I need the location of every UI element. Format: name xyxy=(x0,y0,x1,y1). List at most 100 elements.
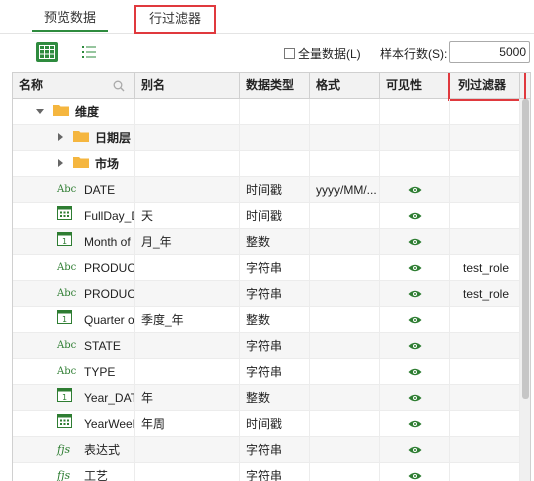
scrollbar-thumb[interactable] xyxy=(522,99,529,399)
checkbox-box[interactable] xyxy=(284,48,295,59)
table-row[interactable]: Abc STATE 字符串 xyxy=(13,333,520,359)
field-name: 市场 xyxy=(95,157,120,171)
type-cell: 字符串 xyxy=(240,359,310,385)
list-view-button[interactable] xyxy=(78,42,100,62)
filter-cell xyxy=(450,203,520,229)
expand-arrow-right-icon[interactable] xyxy=(55,125,65,151)
field-name: FullDay_D xyxy=(84,209,134,223)
tab-preview-data[interactable]: 预览数据 xyxy=(32,6,108,32)
name-cell: 维度 xyxy=(13,99,135,125)
name-cell: fjs 工艺 xyxy=(13,463,135,481)
type-cell: 时间戳 xyxy=(240,411,310,437)
format-cell xyxy=(310,99,380,125)
table-row[interactable]: Abc PRODUCT 字符串 test_role xyxy=(13,281,520,307)
filter-text: test_role xyxy=(463,287,510,301)
grid-view-icon xyxy=(39,45,55,59)
type-cell: 整数 xyxy=(240,229,310,255)
table-row[interactable]: Abc PRODUCT 字符串 test_role xyxy=(13,255,520,281)
name-cell: Abc STATE xyxy=(13,333,135,359)
vertical-scrollbar[interactable] xyxy=(520,99,530,481)
all-data-label: 全量数据(L) xyxy=(298,47,361,61)
alias-cell xyxy=(135,151,240,177)
column-header-name[interactable]: 名称 xyxy=(13,73,135,98)
eye-icon[interactable] xyxy=(380,420,449,428)
type-text: 整数 xyxy=(246,313,271,327)
column-header-format[interactable]: 格式 xyxy=(310,73,380,98)
eye-icon[interactable] xyxy=(380,212,449,220)
type-cell: 字符串 xyxy=(240,437,310,463)
eye-icon[interactable] xyxy=(380,342,449,350)
column-header-visibility[interactable]: 可见性 xyxy=(380,73,450,98)
type-text: 字符串 xyxy=(246,365,283,379)
format-cell xyxy=(310,385,380,411)
eye-icon[interactable] xyxy=(380,472,449,480)
tab-row-filter[interactable]: 行过滤器 xyxy=(134,5,216,34)
format-cell xyxy=(310,333,380,359)
fjs-icon: fjs xyxy=(57,469,71,481)
visibility-cell xyxy=(380,333,450,359)
format-cell xyxy=(310,411,380,437)
name-cell: 1 Month of xyxy=(13,229,135,255)
table-row[interactable]: Abc TYPE 字符串 xyxy=(13,359,520,385)
visibility-cell xyxy=(380,99,450,125)
table-row[interactable]: FullDay_D 天 时间戳 xyxy=(13,203,520,229)
visibility-cell xyxy=(380,437,450,463)
table-row[interactable]: 1 Quarter of 季度_年 整数 xyxy=(13,307,520,333)
column-header-type[interactable]: 数据类型 xyxy=(240,73,310,98)
alias-cell xyxy=(135,463,240,481)
visibility-cell xyxy=(380,281,450,307)
visibility-cell xyxy=(380,359,450,385)
table-row[interactable]: 1 Year_DATE 年 整数 xyxy=(13,385,520,411)
name-cell: Abc PRODUCT xyxy=(13,281,135,307)
column-header-alias[interactable]: 别名 xyxy=(135,73,240,98)
eye-icon[interactable] xyxy=(380,290,449,298)
table-row[interactable]: fjs 工艺 字符串 xyxy=(13,463,520,481)
type-cell: 时间戳 xyxy=(240,203,310,229)
grid-view-button[interactable] xyxy=(36,42,58,62)
type-text: 整数 xyxy=(246,391,271,405)
eye-icon[interactable] xyxy=(380,368,449,376)
table-row[interactable]: Abc DATE 时间戳 yyyy/MM/... xyxy=(13,177,520,203)
format-cell xyxy=(310,463,380,481)
alias-text: 月_年 xyxy=(141,235,172,249)
filter-cell: test_role xyxy=(450,255,520,281)
visibility-cell xyxy=(380,385,450,411)
alias-cell: 年周 xyxy=(135,411,240,437)
alias-text: 年周 xyxy=(141,417,166,431)
folder-icon xyxy=(73,125,89,151)
table-row[interactable]: YearWeek_ 年周 时间戳 xyxy=(13,411,520,437)
eye-icon[interactable] xyxy=(380,238,449,246)
calendar-grid-icon xyxy=(57,411,79,437)
all-data-checkbox[interactable]: 全量数据(L) xyxy=(284,45,361,62)
alias-cell xyxy=(135,437,240,463)
table-row[interactable]: 维度 xyxy=(13,99,520,125)
name-cell: 1 Quarter of xyxy=(13,307,135,333)
expand-arrow-down-icon[interactable] xyxy=(35,99,45,125)
eye-icon[interactable] xyxy=(380,394,449,402)
eye-icon[interactable] xyxy=(380,186,449,194)
expand-arrow-right-icon[interactable] xyxy=(55,151,65,177)
filter-cell xyxy=(450,151,520,177)
calendar-icon: 1 xyxy=(57,229,79,255)
filter-cell xyxy=(450,359,520,385)
abc-icon: Abc xyxy=(57,262,77,273)
filter-cell xyxy=(450,437,520,463)
table-row[interactable]: fjs 表达式 字符串 xyxy=(13,437,520,463)
name-cell: Abc PRODUCT xyxy=(13,255,135,281)
eye-icon[interactable] xyxy=(380,446,449,454)
format-cell xyxy=(310,125,380,151)
type-cell: 整数 xyxy=(240,307,310,333)
table-row[interactable]: 市场 xyxy=(13,151,520,177)
sample-rows-input[interactable]: 5000 xyxy=(449,41,530,63)
alias-cell xyxy=(135,99,240,125)
sample-rows-label: 样本行数(S): xyxy=(380,47,448,61)
alias-cell: 天 xyxy=(135,203,240,229)
table-row[interactable]: 日期层 xyxy=(13,125,520,151)
table-row[interactable]: 1 Month of 月_年 整数 xyxy=(13,229,520,255)
eye-icon[interactable] xyxy=(380,316,449,324)
alias-cell xyxy=(135,177,240,203)
eye-icon[interactable] xyxy=(380,264,449,272)
format-cell xyxy=(310,359,380,385)
search-icon[interactable] xyxy=(113,80,125,92)
type-text: 字符串 xyxy=(246,443,283,457)
